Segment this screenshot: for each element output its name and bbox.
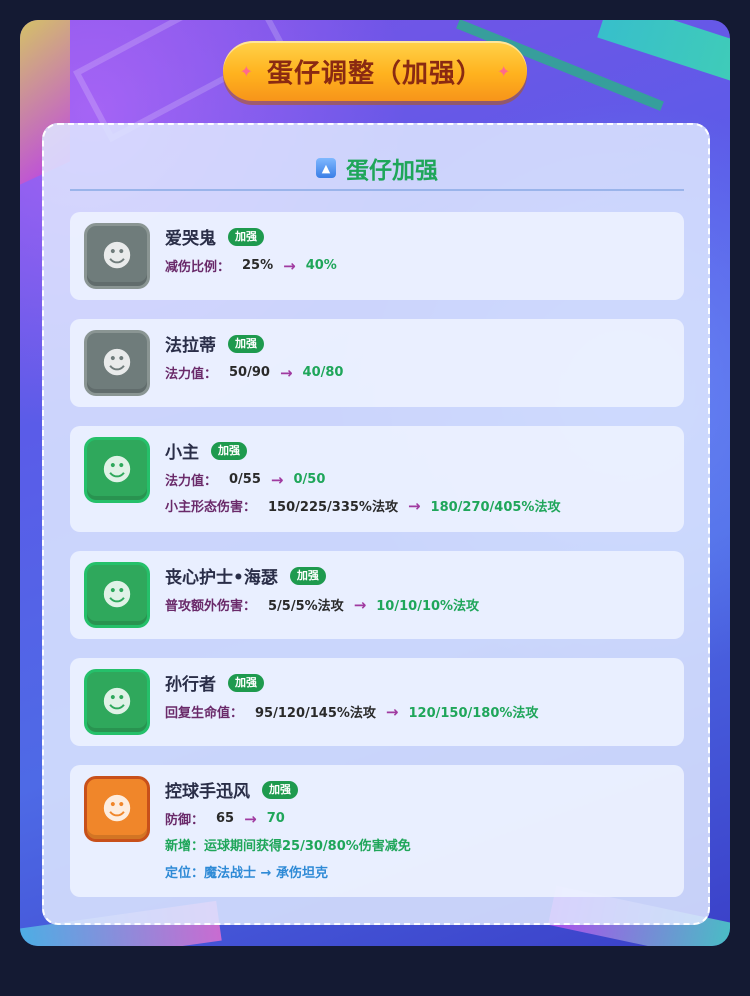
buff-panel: ▲ 蛋仔加强 ☻ 爱哭鬼 加强 减伤比例： 25% → 40% ☻ 法拉蒂 加强	[42, 123, 710, 925]
character-icon: ☻	[101, 791, 133, 827]
stat-old-value: 25%	[242, 258, 274, 273]
stat-label: 法力值：	[165, 474, 218, 489]
buff-badge: 加强	[262, 780, 298, 799]
stat-new-value: 70	[266, 811, 285, 826]
stat-label: 减伤比例：	[165, 260, 231, 275]
page-title: 蛋仔调整（加强）	[266, 58, 483, 89]
stat-label: 防御：	[165, 813, 205, 828]
character-icon: ☻	[101, 452, 133, 488]
stat-old-value: 0/55	[229, 472, 261, 487]
hero-name: 孙行者	[165, 675, 216, 695]
arrow-right-icon: →	[283, 256, 296, 275]
hero-name: 爱哭鬼	[165, 229, 216, 249]
hero-card-faladi: ☻ 法拉蒂 加强 法力值： 50/90 → 40/80	[70, 319, 684, 407]
event-frame: ✦ 蛋仔调整（加强） ✦ ▲ 蛋仔加强 ☻ 爱哭鬼 加强 减伤比例： 25% →…	[20, 20, 730, 946]
stat-label: 小主形态伤害：	[165, 500, 257, 515]
stat-change: 回复生命值： 95/120/145%法攻 → 120/150/180%法攻	[165, 702, 539, 722]
section-header: ▲ 蛋仔加强	[70, 147, 684, 191]
stat-old-value: 50/90	[229, 365, 270, 380]
section-title: 蛋仔加强	[346, 158, 438, 184]
hero-avatar: ☻	[84, 223, 150, 289]
hero-name: 丧心护士•海瑟	[165, 568, 278, 588]
stat-change: 普攻额外伤害： 5/5/5%法攻 → 10/10/10%法攻	[165, 595, 480, 615]
arrow-right-icon: →	[270, 470, 284, 489]
hero-name: 控球手迅风	[165, 782, 250, 802]
buff-badge: 加强	[228, 227, 264, 246]
character-icon: ☻	[101, 345, 133, 381]
stat-label: 普攻额外伤害：	[165, 599, 257, 614]
character-icon: ☻	[101, 684, 133, 720]
new-effect-note: 新增：运球期间获得25/30/80%伤害减免	[165, 839, 411, 854]
stat-new-value: 120/150/180%法攻	[408, 706, 539, 721]
stat-new-value: 40/80	[302, 365, 344, 380]
hero-card-haise: ☻ 丧心护士•海瑟 加强 普攻额外伤害： 5/5/5%法攻 → 10/10/10…	[70, 551, 684, 639]
stat-change: 法力值： 50/90 → 40/80	[165, 363, 344, 383]
arrow-right-icon: →	[385, 702, 399, 721]
arrow-right-icon: →	[279, 363, 293, 382]
character-icon: ☻	[101, 577, 133, 613]
hero-card-xunfeng: ☻ 控球手迅风 加强 防御： 65 → 70 新增：运球期间获得25/30/80…	[70, 765, 684, 897]
up-triangle-icon: ▲	[316, 158, 336, 178]
hero-avatar: ☻	[84, 437, 150, 503]
stat-label: 回复生命值：	[165, 706, 244, 721]
hero-avatar: ☻	[84, 669, 150, 735]
stat-new-value: 40%	[305, 258, 337, 273]
hero-name: 法拉蒂	[165, 336, 216, 356]
hero-card-sunxingzhe: ☻ 孙行者 加强 回复生命值： 95/120/145%法攻 → 120/150/…	[70, 658, 684, 746]
hero-avatar: ☻	[84, 776, 150, 842]
buff-badge: 加强	[228, 334, 264, 353]
stat-old-value: 95/120/145%法攻	[255, 706, 376, 721]
stat-change: 防御： 65 → 70	[165, 809, 285, 829]
stat-label: 法力值：	[165, 367, 218, 382]
buff-badge: 加强	[228, 673, 264, 692]
sparkle-icon: ✦	[239, 61, 253, 81]
character-icon: ☻	[101, 238, 133, 274]
page-title-banner: ✦ 蛋仔调整（加强） ✦	[223, 41, 527, 101]
stat-new-value: 0/50	[293, 472, 326, 487]
hero-name: 小主	[165, 443, 199, 463]
arrow-right-icon: →	[407, 496, 421, 515]
buff-badge: 加强	[289, 566, 326, 585]
stat-change: 法力值： 0/55 → 0/50	[165, 470, 326, 490]
hero-card-aikugui: ☻ 爱哭鬼 加强 减伤比例： 25% → 40%	[70, 212, 684, 300]
stat-old-value: 5/5/5%法攻	[268, 599, 344, 614]
stat-old-value: 150/225/335%法攻	[268, 500, 398, 515]
arrow-right-icon: →	[353, 595, 367, 614]
arrow-right-icon: →	[244, 809, 257, 828]
stat-new-value: 180/270/405%法攻	[430, 500, 561, 515]
stat-new-value: 10/10/10%法攻	[376, 599, 480, 614]
hero-avatar: ☻	[84, 562, 150, 628]
hero-card-xiaozhu: ☻ 小主 加强 法力值： 0/55 → 0/50 小主形态伤害： 150/225…	[70, 426, 684, 532]
stat-old-value: 65	[216, 811, 235, 826]
background-decoration	[597, 20, 730, 81]
buff-badge: 加强	[211, 441, 247, 460]
stat-change: 小主形态伤害： 150/225/335%法攻 → 180/270/405%法攻	[165, 496, 561, 516]
role-change-note: 定位：魔法战士 → 承伤坦克	[165, 866, 328, 881]
sparkle-icon: ✦	[497, 61, 511, 81]
stat-change: 减伤比例： 25% → 40%	[165, 256, 337, 276]
hero-avatar: ☻	[84, 330, 150, 396]
